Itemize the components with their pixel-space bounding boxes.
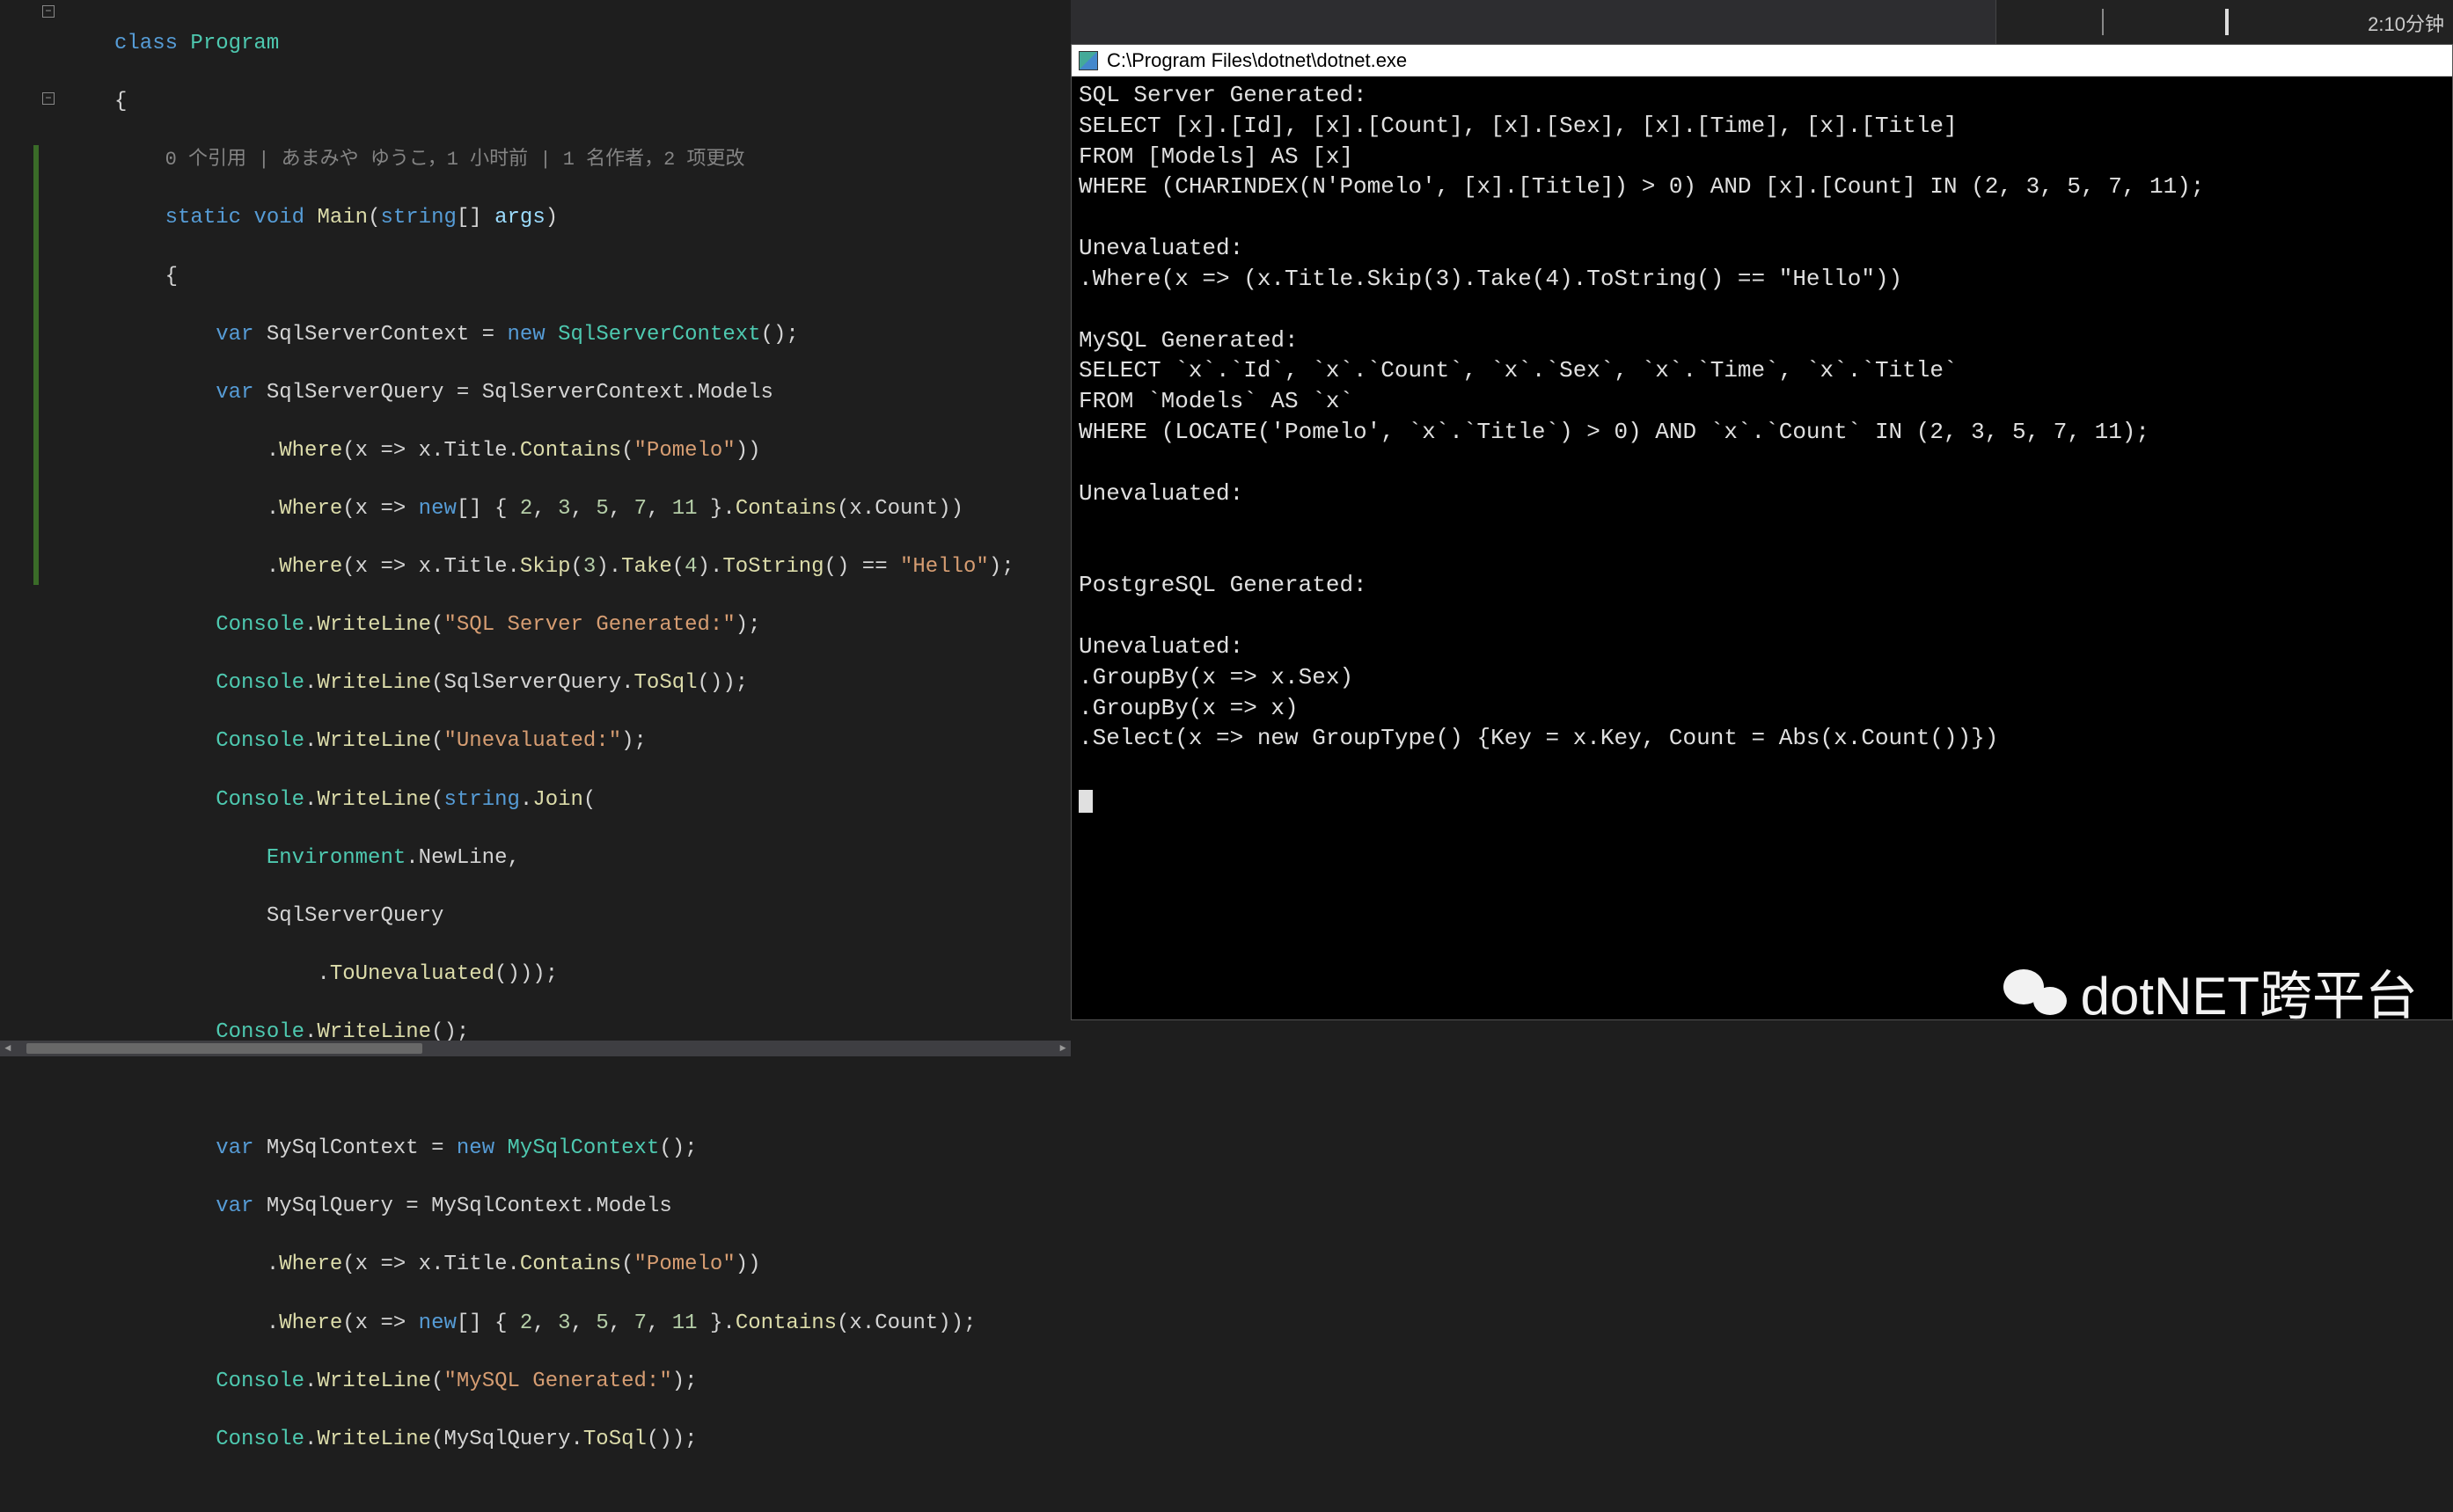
wechat-icon: [2003, 966, 2067, 1019]
scrollbar-thumb[interactable]: [26, 1043, 422, 1054]
codelens-text[interactable]: 0 个引用 | あまみや ゆうこ，1 小时前 | 1 名作者，2 项更改: [165, 149, 745, 171]
code-editor[interactable]: − − class Program { 0 个引用 | あまみや ゆうこ，1 小…: [0, 0, 1056, 1038]
console-window[interactable]: C:\Program Files\dotnet\dotnet.exe SQL S…: [1071, 44, 2453, 1020]
timeline-marker[interactable]: [2225, 9, 2229, 35]
timeline-tick: [2102, 9, 2104, 35]
editor-topbar: 2:10分钟: [1071, 0, 2453, 44]
console-app-icon: [1079, 51, 1098, 70]
scroll-left-icon[interactable]: ◄: [0, 1041, 16, 1056]
change-indicator: [33, 145, 39, 585]
horizontal-scrollbar[interactable]: ◄ ►: [0, 1041, 1071, 1056]
editor-gutter: − −: [0, 0, 60, 1038]
watermark: dotNET跨平台: [2003, 953, 2418, 1030]
console-titlebar[interactable]: C:\Program Files\dotnet\dotnet.exe: [1072, 45, 2452, 77]
watermark-text: dotNET跨平台: [2081, 953, 2418, 1030]
scroll-right-icon[interactable]: ►: [1055, 1041, 1071, 1056]
code-content[interactable]: class Program { 0 个引用 | あまみや ゆうこ，1 小时前 |…: [62, 0, 1056, 1512]
fold-toggle-icon[interactable]: −: [42, 92, 55, 105]
fold-toggle-icon[interactable]: −: [42, 5, 55, 18]
timeline-label: 2:10分钟: [2368, 9, 2444, 37]
console-title: C:\Program Files\dotnet\dotnet.exe: [1107, 49, 1407, 72]
timeline-bar[interactable]: 2:10分钟: [1995, 0, 2453, 44]
console-output[interactable]: SQL Server Generated: SELECT [x].[Id], […: [1072, 77, 2452, 1019]
